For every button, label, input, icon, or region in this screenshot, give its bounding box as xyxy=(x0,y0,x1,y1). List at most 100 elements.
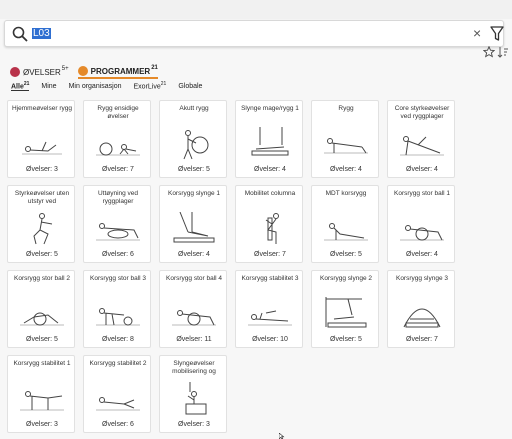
clear-icon[interactable]: × xyxy=(473,25,481,41)
floor-stretch-exercise-icon xyxy=(22,141,62,155)
program-title: Korsrygg slynge 2 xyxy=(319,275,373,282)
program-title: Korsrygg slynge 1 xyxy=(167,190,221,197)
subtab-alle[interactable]: Alle21 xyxy=(11,80,30,92)
program-card[interactable]: Korsrygg stor ball 2 Øvelser: 5 xyxy=(7,270,75,348)
prone-press-exercise-icon xyxy=(324,223,368,241)
subtab-mine[interactable]: Mine xyxy=(41,83,56,90)
program-card[interactable]: Styrkeøvelser uten utstyr ved Øvelser: 5 xyxy=(7,185,75,263)
search-bar[interactable]: L03 × xyxy=(4,20,504,47)
search-input[interactable]: L03 xyxy=(32,27,51,41)
program-title: Korsrygg stor ball 4 xyxy=(166,275,222,282)
program-title: Korsrygg stabilitet 2 xyxy=(89,360,147,367)
subtab-exorlive[interactable]: ExorLive21 xyxy=(134,81,167,90)
program-title: Rygg ensidige øvelser xyxy=(97,105,139,120)
exercise-count: Øvelser: 4 xyxy=(330,166,362,173)
program-title: Korsrygg stabilitet 3 xyxy=(241,275,299,282)
type-tab-count: 5+ xyxy=(61,66,69,72)
program-card[interactable]: Korsrygg stor ball 1 Øvelser: 4 xyxy=(387,185,455,263)
exercise-count: Øvelser: 7 xyxy=(406,336,438,343)
squat-exercise-icon xyxy=(33,213,53,245)
program-card[interactable]: Korsrygg slynge 3 Øvelser: 7 xyxy=(387,270,455,348)
program-card[interactable]: Rygg Øvelser: 4 xyxy=(311,100,379,178)
program-card[interactable]: Rygg ensidige øvelser Øvelser: 7 xyxy=(83,100,151,178)
quadruped-exercise-icon xyxy=(20,391,64,411)
program-card[interactable]: Uttøyning ved ryggplager Øvelser: 6 xyxy=(83,185,151,263)
exercise-count: Øvelser: 3 xyxy=(26,421,58,428)
program-card[interactable]: Korsrygg stabilitet 3 Øvelser: 10 xyxy=(235,270,303,348)
program-title: Korsrygg stor ball 3 xyxy=(90,275,146,282)
exercise-count: Øvelser: 4 xyxy=(406,251,438,258)
exercise-count: Øvelser: 3 xyxy=(178,421,210,428)
program-card[interactable]: Mobilitet columna Øvelser: 7 xyxy=(235,185,303,263)
program-card[interactable]: Slynge mage/rygg 1 Øvelser: 4 xyxy=(235,100,303,178)
subtab-label: Globale xyxy=(178,82,203,90)
exercise-count: Øvelser: 6 xyxy=(102,251,134,258)
filter-icon[interactable] xyxy=(490,26,504,42)
ball-prone-exercise-icon xyxy=(172,310,216,326)
exercise-count: Øvelser: 5 xyxy=(26,251,58,258)
star-icon[interactable] xyxy=(483,46,495,58)
type-tab-count: 21 xyxy=(151,65,158,71)
program-card[interactable]: Korsrygg stor ball 4 Øvelser: 11 xyxy=(159,270,227,348)
subtab-label: Alle xyxy=(11,83,24,91)
program-title: Korsrygg stor ball 2 xyxy=(14,275,70,282)
type-tab-label: ØVELSER xyxy=(23,67,61,77)
program-card[interactable]: Korsrygg stabilitet 2 Øvelser: 6 xyxy=(83,355,151,433)
program-card[interactable]: Akutt rygg Øvelser: 5 xyxy=(159,100,227,178)
exercises-icon xyxy=(10,67,20,77)
program-card[interactable]: Korsrygg stabilitet 1 Øvelser: 3 xyxy=(7,355,75,433)
program-title: Hjemmeøvelser rygg xyxy=(12,105,72,112)
type-tabs: ØVELSER 5+ PROGRAMMER 21 xyxy=(10,65,167,79)
program-title: Slyngeøvelser mobilisering og xyxy=(172,360,216,375)
exercise-count: Øvelser: 7 xyxy=(254,251,286,258)
exercise-count: Øvelser: 4 xyxy=(254,166,286,173)
program-title: Uttøyning ved ryggplager xyxy=(97,190,139,205)
chair-exercise-icon xyxy=(265,213,279,244)
type-tab-exercises[interactable]: ØVELSER 5+ xyxy=(10,65,69,79)
program-title: Mobilitet columna xyxy=(244,190,296,197)
exercise-count: Øvelser: 4 xyxy=(178,251,210,258)
app-page: L03 × ØVELSER 5+ PROGRAMMER 21 Alle21 Min… xyxy=(0,0,512,439)
sling-legs-exercise-icon xyxy=(173,212,215,243)
ball-prone-exercise-icon xyxy=(400,225,444,241)
program-title: Styrkeøvelser uten utstyr ved xyxy=(14,190,70,205)
subtab-min-organisasjon[interactable]: Min organisasjon xyxy=(69,83,122,90)
program-title: MDT korsrygg xyxy=(325,190,367,197)
ball-floor-exercise-icon xyxy=(96,142,140,156)
subtab-label: Mine xyxy=(41,82,57,90)
sort-icon[interactable] xyxy=(497,46,509,58)
mouse-cursor-icon xyxy=(279,433,285,439)
exercise-count: Øvelser: 7 xyxy=(102,166,134,173)
program-card[interactable]: Core styrkeøvelser ved ryggplager Øvelser… xyxy=(387,100,455,178)
exercise-count: Øvelser: 5 xyxy=(178,166,210,173)
subtab-label: ExorLive xyxy=(133,83,161,91)
source-tabs: Alle21 Mine Min organisasjon ExorLive21 Glob… xyxy=(11,80,214,92)
subtab-label: Min organisasjon xyxy=(68,82,122,90)
program-card[interactable]: MDT korsrygg Øvelser: 5 xyxy=(311,185,379,263)
program-card[interactable]: Korsrygg stor ball 3 Øvelser: 8 xyxy=(83,270,151,348)
programs-icon xyxy=(77,66,88,76)
top-strip xyxy=(0,0,512,19)
sling-bench-exercise-icon xyxy=(251,127,289,156)
ball-standing-exercise-icon xyxy=(183,130,209,160)
exercise-count: Øvelser: 8 xyxy=(102,336,134,343)
subtab-globale[interactable]: Globale xyxy=(178,83,202,90)
program-card[interactable]: Korsrygg slynge 2 Øvelser: 5 xyxy=(311,270,379,348)
type-tab-programs[interactable]: PROGRAMMER 21 xyxy=(77,65,158,79)
program-card[interactable]: Hjemmeøvelser rygg Øvelser: 3 xyxy=(7,100,75,178)
program-card[interactable]: Slyngeøvelser mobilisering og Øvelser: 3 xyxy=(159,355,227,433)
program-title: Akutt rygg xyxy=(179,105,209,112)
exercise-count: Øvelser: 11 xyxy=(176,336,212,343)
subtab-count: 21 xyxy=(23,80,30,87)
program-title: Korsrygg stabilitet 1 xyxy=(13,360,71,367)
type-tab-label: PROGRAMMER xyxy=(90,66,151,76)
search-icon xyxy=(12,26,28,42)
roller-exercise-icon xyxy=(96,223,140,241)
program-title: Korsrygg slynge 3 xyxy=(395,275,449,282)
program-card[interactable]: Korsrygg slynge 1 Øvelser: 4 xyxy=(159,185,227,263)
search-input-value: L03 xyxy=(32,28,51,39)
sling-seated-exercise-icon xyxy=(185,382,207,415)
exercise-count: Øvelser: 3 xyxy=(26,166,58,173)
ball-lying-exercise-icon xyxy=(20,312,64,326)
subtab-count: 21 xyxy=(160,81,167,88)
